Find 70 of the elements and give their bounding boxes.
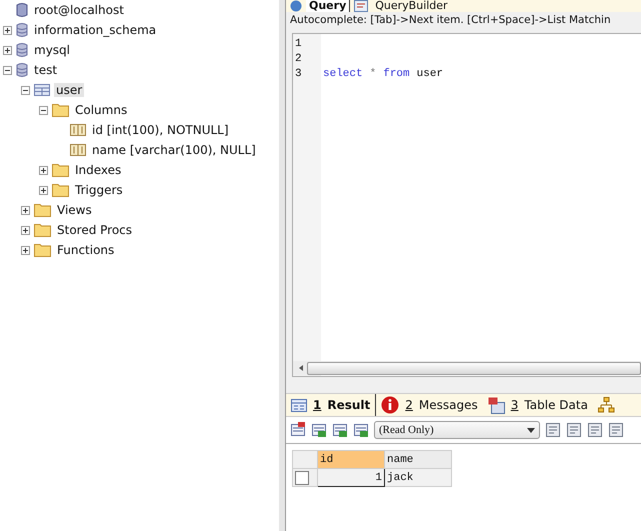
database-icon: [16, 42, 28, 58]
tree-item[interactable]: mysql: [32, 43, 72, 57]
tree-item[interactable]: Stored Procs: [55, 223, 134, 237]
row-checkbox[interactable]: [295, 470, 309, 484]
table-data-icon: [488, 396, 505, 414]
folder-icon: [34, 203, 51, 217]
column-icon: [70, 124, 86, 136]
expand-icon[interactable]: [3, 46, 12, 54]
expand-icon[interactable]: [3, 26, 12, 34]
tree-item[interactable]: name [varchar(100), NULL]: [90, 143, 258, 157]
expand-icon[interactable]: [21, 206, 30, 214]
tree-item[interactable]: Indexes: [73, 163, 124, 177]
toolbar-icon[interactable]: [311, 422, 327, 438]
hierarchy-icon: [598, 397, 615, 413]
autocomplete-hint: Autocomplete: [Tab]->Next item. [Ctrl+Space]->List Matchin: [289, 13, 612, 28]
toolbar-icon[interactable]: [353, 422, 369, 438]
toolbar-icon[interactable]: [290, 422, 306, 438]
table-cell: 1: [318, 468, 384, 486]
result-mode-dropdown[interactable]: (Read Only): [374, 421, 540, 439]
line-number: 1: [294, 37, 303, 52]
line-number: 2: [294, 52, 303, 67]
tree-item[interactable]: information_schema: [32, 23, 158, 37]
grid-icon: [291, 398, 307, 412]
code-token: *: [370, 68, 376, 80]
tree-item[interactable]: root@localhost: [32, 3, 126, 17]
table-cell: jack: [384, 468, 452, 486]
column-header[interactable]: name: [384, 450, 452, 468]
query-icon: [290, 0, 302, 12]
tree-item[interactable]: Functions: [55, 243, 116, 257]
dropdown-caret-icon: [527, 428, 535, 432]
toolbar-icon[interactable]: [608, 422, 624, 438]
server-icon: [16, 2, 28, 18]
folder-icon: [34, 223, 51, 237]
toolbar-icon[interactable]: [545, 422, 561, 438]
collapse-icon[interactable]: [39, 106, 48, 114]
tree-item[interactable]: Columns: [73, 103, 130, 117]
tree-item[interactable]: id [int(100), NOTNULL]: [90, 123, 231, 137]
collapse-icon[interactable]: [21, 86, 30, 94]
expand-icon[interactable]: [21, 226, 30, 234]
folder-icon: [52, 163, 69, 177]
code-token: from: [383, 68, 410, 80]
tree-item[interactable]: Triggers: [73, 183, 125, 197]
folder-icon: [34, 243, 51, 257]
code-token: select: [323, 68, 363, 80]
folder-icon: [52, 183, 69, 197]
editor-tab[interactable]: Query: [306, 0, 350, 12]
expand-icon[interactable]: [21, 246, 30, 254]
table-icon: [34, 83, 50, 97]
expand-icon[interactable]: [39, 166, 48, 174]
folder-icon: [52, 103, 69, 117]
column-header[interactable]: id: [318, 450, 384, 468]
collapse-icon[interactable]: [3, 66, 12, 74]
column-icon: [70, 144, 86, 156]
tree-item[interactable]: Views: [55, 203, 94, 217]
scroll-left-icon[interactable]: [299, 365, 303, 371]
line-number: 3: [294, 67, 303, 82]
tree-item[interactable]: user: [54, 83, 84, 97]
code-token: user: [416, 68, 444, 80]
tree-item[interactable]: test: [32, 63, 60, 77]
toolbar-icon[interactable]: [587, 422, 603, 438]
database-icon: [16, 62, 28, 78]
result-tab[interactable]: 3 Table Data: [482, 394, 593, 416]
expand-icon[interactable]: [39, 186, 48, 194]
toolbar-icon[interactable]: [332, 422, 348, 438]
editor-tab[interactable]: QueryBuilder: [372, 0, 451, 12]
toolbar-icon[interactable]: [566, 422, 582, 438]
result-tab[interactable]: 2 Messages: [376, 394, 483, 416]
sql-editor[interactable]: 1 2 3 select * from user: [292, 33, 641, 377]
info-icon: [381, 396, 400, 414]
database-icon: [16, 22, 28, 38]
